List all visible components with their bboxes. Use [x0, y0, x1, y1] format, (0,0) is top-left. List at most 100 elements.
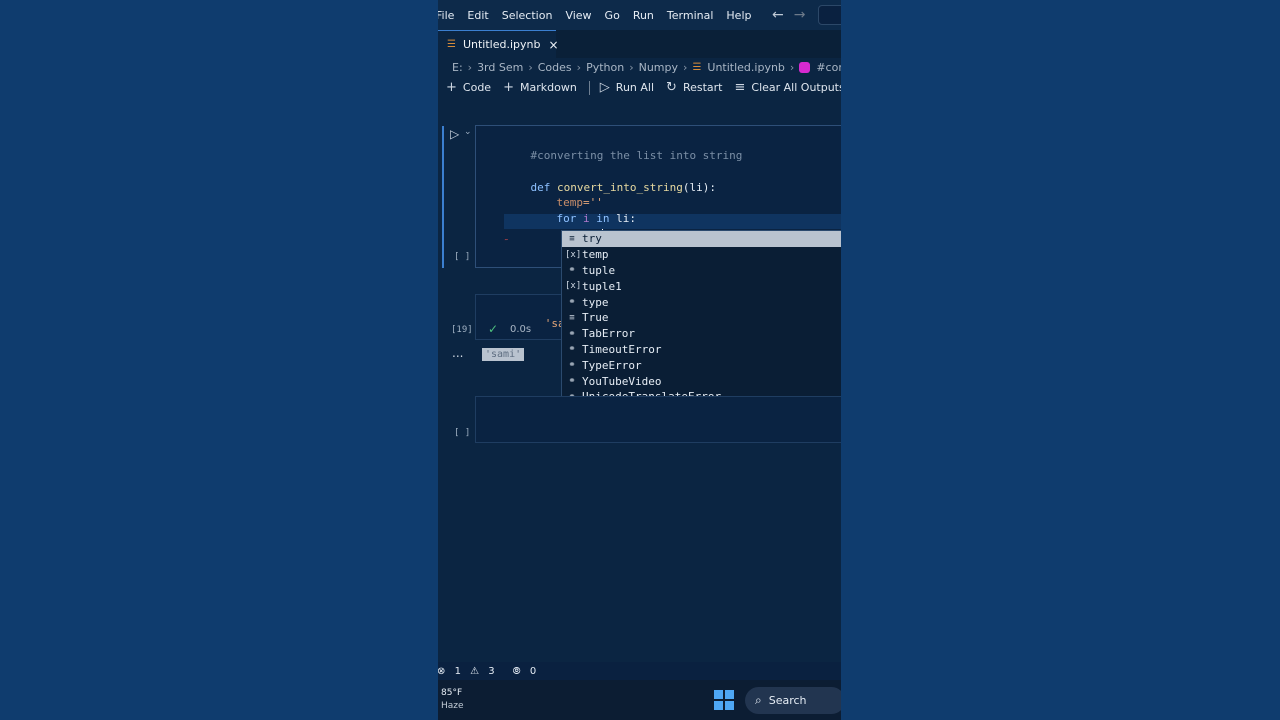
- ports-indicator[interactable]: ⦾ 0: [513, 666, 543, 677]
- taskbar-search[interactable]: ⌕ Search: [745, 687, 841, 714]
- menu-selection[interactable]: Selection: [502, 9, 553, 22]
- vscode-window: File Edit Selection View Go Run Terminal…: [438, 0, 841, 720]
- cell-symbol-icon: [799, 62, 811, 73]
- suggestion-label: try: [582, 232, 602, 246]
- restart-label: Restart: [682, 81, 723, 94]
- play-icon: ▷: [599, 80, 610, 95]
- toolbar-divider: [588, 80, 590, 95]
- breadcrumb-item[interactable]: E:: [452, 61, 463, 74]
- restart-button[interactable]: ↻ Restart: [666, 80, 722, 95]
- logo-tile: [725, 701, 734, 710]
- menu-terminal[interactable]: Terminal: [667, 9, 714, 22]
- snippet-icon: ≡: [569, 312, 575, 323]
- chevron-right-icon: ›: [683, 61, 688, 74]
- suggestion-item[interactable]: ⚭ YouTubeVideo: [562, 373, 841, 389]
- empty-code-cell[interactable]: [475, 396, 841, 443]
- execution-count: [19]: [451, 325, 473, 335]
- execution-duration: 0.0s: [510, 324, 532, 335]
- chevron-right-icon: ›: [629, 61, 634, 74]
- suggestion-item[interactable]: ⚭ TypeError: [562, 357, 841, 373]
- suggestion-item[interactable]: ≡ try: [562, 231, 841, 247]
- suggestion-item[interactable]: ⚭ type: [562, 294, 841, 310]
- weather-condition[interactable]: Haze: [441, 701, 464, 711]
- code-comment: #converting the list into string: [530, 149, 743, 162]
- suggestion-label: type: [582, 295, 609, 309]
- suggestion-label: TypeError: [582, 358, 642, 372]
- suggestion-label: temp: [582, 248, 609, 262]
- add-code-button[interactable]: + Code: [446, 80, 491, 95]
- warning-count: 3: [488, 665, 495, 677]
- error-count: 1: [454, 665, 461, 677]
- class-icon: ⚭: [568, 297, 576, 308]
- problems-indicator[interactable]: ⊗ 1 ⚠ 3: [438, 666, 501, 677]
- output-more-icon[interactable]: ...: [452, 346, 463, 360]
- breadcrumb-item[interactable]: Untitled.ipynb: [707, 61, 785, 74]
- chevron-right-icon: ›: [576, 61, 582, 74]
- arrow-left-icon[interactable]: ←: [772, 7, 784, 23]
- breadcrumb-item[interactable]: #converting: [816, 61, 841, 74]
- weather-temperature[interactable]: 85°F: [441, 688, 462, 698]
- menu-view[interactable]: View: [565, 9, 591, 22]
- arrow-right-icon[interactable]: →: [794, 7, 806, 23]
- suggestion-item[interactable]: ⚭ TabError: [562, 326, 841, 342]
- notebook-toolbar: + Code + Markdown ▷ Run All ↻ Restart ≡ …: [446, 80, 841, 95]
- plus-icon: +: [446, 80, 457, 95]
- menu-help[interactable]: Help: [726, 9, 751, 22]
- add-code-label: Code: [462, 81, 492, 94]
- suggestion-item[interactable]: ⚭ tuple: [562, 263, 841, 279]
- suggestion-item[interactable]: [x] temp: [562, 247, 841, 263]
- menu-file[interactable]: File: [438, 9, 454, 22]
- snippet-icon: ≡: [569, 233, 575, 244]
- menu-edit[interactable]: Edit: [467, 9, 488, 22]
- logo-tile: [714, 690, 723, 699]
- run-all-button[interactable]: ▷ Run All: [600, 80, 654, 95]
- warning-icon: ⚠: [470, 665, 480, 677]
- broadcast-icon: ⦾: [512, 665, 521, 677]
- breadcrumb-item[interactable]: Codes: [538, 61, 572, 74]
- clear-outputs-label: Clear All Outputs: [751, 81, 841, 94]
- restart-icon: ↻: [666, 80, 677, 95]
- logo-tile: [725, 690, 734, 699]
- menu-run[interactable]: Run: [633, 9, 654, 22]
- suggestion-label: TabError: [582, 327, 635, 341]
- variable-icon: [x]: [565, 281, 582, 292]
- suggestion-label: True: [582, 311, 609, 325]
- background-left: [0, 0, 438, 720]
- suggestion-item[interactable]: ≡ True: [562, 310, 841, 326]
- close-icon[interactable]: ×: [548, 38, 558, 52]
- execution-count: [ ]: [454, 252, 471, 262]
- notebook-icon: ☰: [692, 62, 702, 73]
- menu-go[interactable]: Go: [605, 9, 620, 22]
- run-cell-icon[interactable]: ▷: [450, 127, 459, 141]
- class-icon: ⚭: [568, 344, 576, 355]
- suggestion-widget: ≡ try [x] temp ⚭ tuple [x] tuple1 ⚭ type ≡ True ⚭ Tab…: [561, 230, 841, 407]
- plus-icon: +: [503, 80, 514, 95]
- suggestion-item[interactable]: ⚭ TimeoutError: [562, 342, 841, 358]
- search-label: Search: [768, 694, 807, 707]
- execution-count: [ ]: [454, 428, 471, 438]
- ports-count: 0: [529, 665, 537, 677]
- search-icon: ⌕: [755, 693, 762, 707]
- clear-outputs-button[interactable]: ≡ Clear All Outputs: [734, 80, 841, 95]
- suggestion-label: tuple: [582, 263, 616, 277]
- suggestion-label: YouTubeVideo: [582, 374, 662, 388]
- add-markdown-button[interactable]: + Markdown: [503, 80, 577, 95]
- notebook-icon: ☰: [447, 39, 456, 50]
- add-markdown-label: Markdown: [519, 81, 577, 94]
- status-bar: ⊗ 1 ⚠ 3 ⦾ 0: [438, 662, 841, 680]
- function-params: (li):: [682, 181, 716, 194]
- windows-start-icon[interactable]: [714, 690, 734, 710]
- clear-all-icon: ≡: [734, 80, 746, 95]
- command-center[interactable]: [818, 5, 841, 25]
- class-icon: ⚭: [568, 265, 576, 276]
- breadcrumb-item[interactable]: Python: [586, 61, 624, 74]
- tab-untitled-ipynb[interactable]: ☰ Untitled.ipynb ×: [438, 30, 559, 58]
- variable-icon: [x]: [565, 249, 582, 260]
- suggestion-item[interactable]: [x] tuple1: [562, 278, 841, 294]
- tab-label: Untitled.ipynb: [462, 38, 541, 51]
- breadcrumb-item[interactable]: Numpy: [639, 61, 678, 74]
- chevron-down-icon[interactable]: ⌄: [464, 127, 472, 137]
- class-icon: ⚭: [568, 376, 576, 387]
- breadcrumb-item[interactable]: 3rd Sem: [477, 61, 523, 74]
- success-check-icon: ✓: [488, 322, 499, 336]
